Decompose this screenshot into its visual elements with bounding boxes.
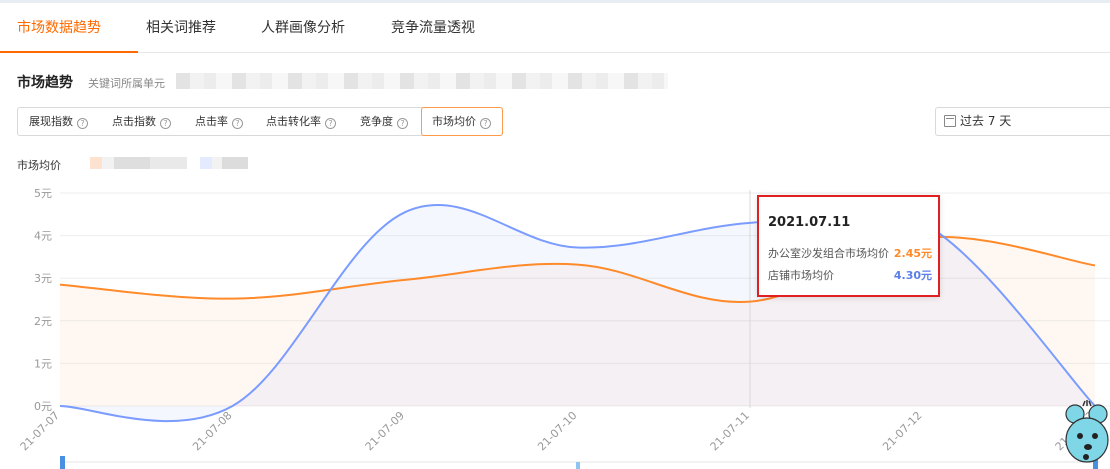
chart-scrollbar: [60, 456, 1100, 469]
y-tick-label: 5元: [34, 187, 52, 200]
metric-label: 点击指数: [112, 115, 156, 128]
calendar-icon: [944, 115, 956, 127]
metric-avg-price-inner: 市场均价?: [432, 108, 491, 135]
metric-label: 竞争度: [360, 115, 393, 128]
legend-title: 市场均价: [17, 159, 61, 172]
section-subtitle: 关键词所属单元: [88, 77, 165, 90]
metric-label: 点击转化率: [266, 115, 321, 128]
y-tick-label: 4元: [34, 230, 52, 243]
date-range-label: 过去 7 天: [960, 114, 1012, 128]
metric-click-index[interactable]: 点击指数?: [112, 108, 171, 135]
y-axis-ticks: 0元 1元 2元 3元 4元 5元: [34, 187, 52, 413]
tooltip-row-category: 办公室沙发组合市场均价 2.45元: [768, 245, 932, 261]
x-tick-label: 21-07-07: [18, 409, 63, 454]
question-icon: ?: [232, 118, 243, 129]
price-trend-chart: 0元1元2元3元4元5元 21-07-07 21-07-08 21-07-09 21-…: [18, 187, 1110, 469]
assistant-mascot-icon[interactable]: [1053, 400, 1110, 469]
active-tab-indicator: [0, 51, 138, 53]
tab-competition-traffic[interactable]: 竞争流量透视: [391, 3, 475, 53]
question-icon: ?: [160, 118, 171, 129]
y-tick-label: 2元: [34, 315, 52, 328]
metric-conversion-rate[interactable]: 点击转化率?: [266, 108, 336, 135]
tab-market-trend[interactable]: 市场数据趋势: [17, 3, 101, 53]
tooltip-label: 办公室沙发组合市场均价: [768, 247, 889, 260]
metric-label: 展现指数: [29, 115, 73, 128]
date-range-select[interactable]: 过去 7 天: [935, 107, 1110, 136]
redacted-legend-2: [200, 157, 248, 169]
scroll-handle-left: [60, 456, 65, 469]
x-tick-label: 21-07-12: [880, 409, 925, 454]
metric-avg-price[interactable]: 市场均价?: [421, 107, 503, 136]
metric-ctr[interactable]: 点击率?: [195, 108, 243, 135]
question-icon: ?: [397, 118, 408, 129]
y-tick-label: 1元: [34, 357, 52, 370]
section-title: 市场趋势: [17, 75, 73, 91]
x-tick-label: 21-07-10: [535, 409, 580, 454]
y-tick-label: 3元: [34, 272, 52, 285]
tooltip-date: 2021.07.11: [768, 215, 851, 230]
x-tick-label: 21-07-11: [708, 409, 753, 454]
metric-selector: 展现指数? 点击指数? 点击率? 点击转化率? 竞争度? 市场均价?: [17, 107, 503, 136]
x-tick-label: 21-07-09: [363, 409, 408, 454]
metric-label: 市场均价: [432, 115, 476, 128]
question-icon: ?: [325, 118, 336, 129]
y-tick-label: 0元: [34, 400, 52, 413]
tooltip-value: 2.45元: [893, 247, 932, 260]
chart-tooltip: 2021.07.11 办公室沙发组合市场均价 2.45元 店铺市场均价 4.30…: [757, 195, 940, 297]
question-icon: ?: [77, 118, 88, 129]
redacted-keyword: [176, 73, 668, 89]
metric-impression-index[interactable]: 展现指数?: [29, 108, 88, 135]
redacted-legend-1: [90, 157, 187, 169]
tooltip-row-shop: 店铺市场均价 4.30元: [768, 267, 932, 283]
tab-bar: 市场数据趋势 相关词推荐 人群画像分析 竞争流量透视: [0, 3, 1110, 53]
metric-label: 点击率: [195, 115, 228, 128]
tooltip-label: 店铺市场均价: [768, 269, 834, 282]
question-icon: ?: [480, 118, 491, 129]
tab-related-keywords[interactable]: 相关词推荐: [146, 3, 216, 53]
tooltip-value: 4.30元: [893, 269, 932, 282]
scroll-handle-mid: [576, 462, 580, 469]
metric-competition[interactable]: 竞争度?: [360, 108, 408, 135]
tab-audience-profile[interactable]: 人群画像分析: [261, 3, 345, 53]
